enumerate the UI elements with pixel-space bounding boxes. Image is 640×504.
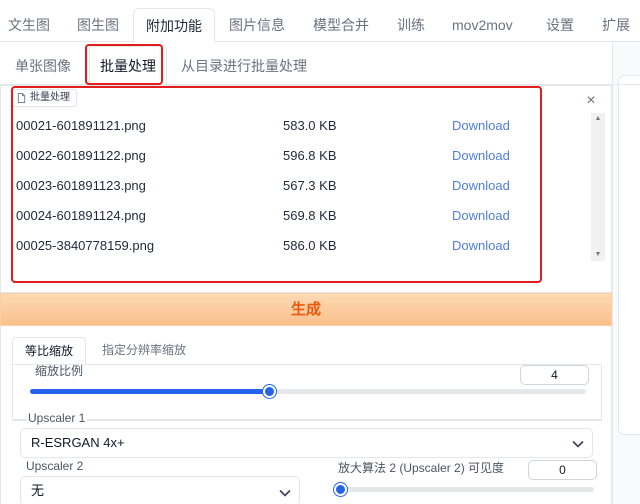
generate-button[interactable]: 生成 <box>0 293 612 326</box>
upscaler1-label: Upscaler 1 <box>26 411 88 425</box>
scroll-down-arrow-icon[interactable]: ▼ <box>591 249 605 261</box>
upscaler2-value: 无 <box>31 483 45 498</box>
top-tab-bar: 文生图 图生图 附加功能 图片信息 模型合并 训练 mov2mov 设置 扩展 <box>0 0 640 43</box>
tab-png-info[interactable]: 图片信息 <box>229 8 285 42</box>
tab-settings[interactable]: 设置 <box>546 8 574 42</box>
chevron-down-icon <box>572 440 584 448</box>
chevron-down-icon <box>279 489 291 497</box>
upscaler2-visibility-number-input[interactable]: 0 <box>528 460 597 480</box>
scroll-up-arrow-icon[interactable]: ▲ <box>591 113 605 125</box>
highlight-box-tab <box>85 44 163 85</box>
output-panel-edge <box>618 75 640 435</box>
resize-number-input[interactable]: 4 <box>520 365 589 385</box>
resize-label: 缩放比例 <box>35 364 84 378</box>
highlight-box-files <box>11 86 542 283</box>
tab-extensions[interactable]: 扩展 <box>602 8 630 42</box>
upscaler1-value: R-ESRGAN 4x+ <box>31 435 125 450</box>
tab-checkpoint-merger[interactable]: 模型合并 <box>313 8 369 42</box>
resize-slider-handle[interactable] <box>263 385 277 398</box>
tab-scale-to[interactable]: 指定分辨率缩放 <box>102 337 186 363</box>
tab-extras[interactable]: 附加功能 <box>133 8 215 43</box>
upscaler2-label: Upscaler 2 <box>26 459 84 473</box>
tab-img2img[interactable]: 图生图 <box>77 8 119 42</box>
tab-single-image[interactable]: 单张图像 <box>15 54 71 78</box>
upscaler2-visibility-label: 放大算法 2 (Upscaler 2) 可见度 <box>338 461 505 475</box>
resize-slider-fill <box>30 389 270 394</box>
tab-train[interactable]: 训练 <box>397 8 425 42</box>
tab-mov2mov[interactable]: mov2mov <box>452 8 513 42</box>
upscaler2-select[interactable]: 无 <box>20 476 300 504</box>
close-icon[interactable]: × <box>584 93 598 109</box>
tab-scale-by[interactable]: 等比缩放 <box>12 337 87 365</box>
upscaler1-select[interactable]: R-ESRGAN 4x+ <box>20 428 593 458</box>
upscaler2-visibility-slider-handle[interactable] <box>334 483 347 496</box>
tab-batch-from-directory[interactable]: 从目录进行批量处理 <box>181 54 307 78</box>
tab-txt2img[interactable]: 文生图 <box>8 8 50 42</box>
file-list-scrollbar[interactable] <box>591 113 605 261</box>
upscaler2-visibility-slider-track[interactable] <box>336 487 594 492</box>
divider <box>12 419 602 420</box>
